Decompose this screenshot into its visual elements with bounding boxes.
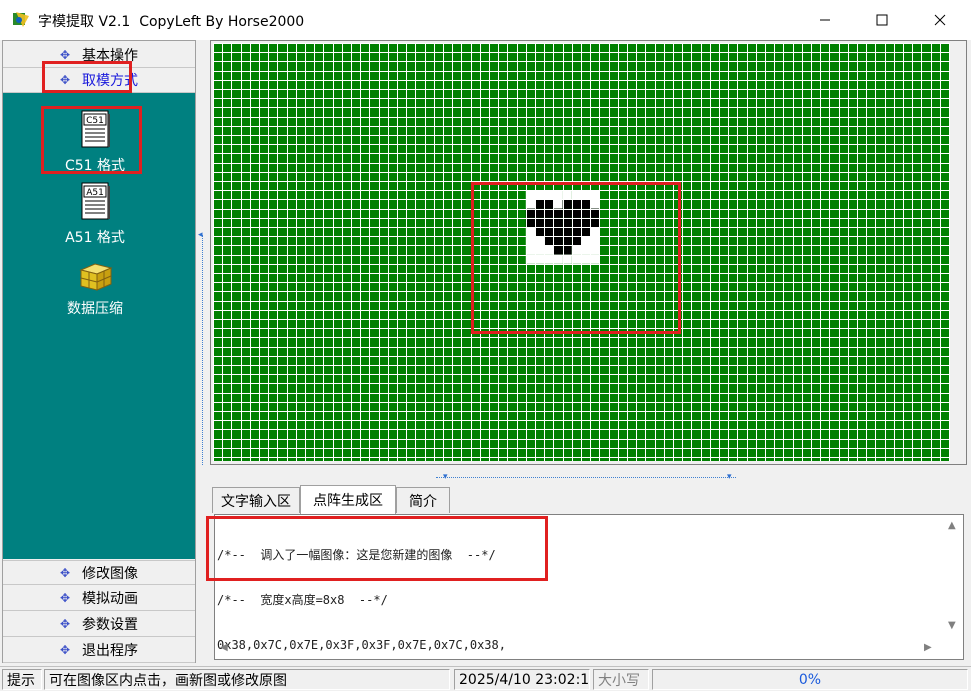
progress-bar: 0% (652, 669, 968, 690)
tab-bar: 文字输入区 点阵生成区 简介 (210, 485, 967, 514)
a51-document-icon: A51 (81, 182, 110, 220)
scroll-up-icon[interactable]: ▲ (948, 520, 956, 531)
tab-label: 简介 (409, 493, 437, 510)
category-parameter-settings[interactable]: ✥ 参数设置 (3, 612, 195, 637)
status-label: 提示 (2, 669, 42, 690)
tab-intro[interactable]: 简介 (396, 487, 450, 513)
scroll-right-icon[interactable]: ▶ (924, 642, 932, 653)
diamond-icon: ✥ (59, 565, 71, 580)
splitter-down-arrow-icon[interactable]: ▾ (443, 472, 448, 482)
category-label: 修改图像 (82, 565, 139, 582)
scroll-left-icon[interactable]: ◀ (220, 642, 228, 653)
splitter-line (202, 235, 203, 465)
category-label: 模拟动画 (82, 591, 139, 607)
tab-dot-matrix[interactable]: 点阵生成区 (300, 485, 396, 514)
a51-badge: A51 (86, 188, 104, 198)
diamond-icon: ✥ (59, 643, 71, 657)
tab-label: 点阵生成区 (313, 493, 383, 509)
highlight-modulo-mode (42, 61, 132, 93)
splitter-line (436, 477, 736, 478)
minimize-button[interactable] (796, 0, 854, 40)
maximize-icon (876, 14, 888, 26)
maximize-button[interactable] (853, 0, 911, 40)
tool-label: 数据压缩 (67, 301, 123, 317)
highlight-bitmap (471, 182, 681, 334)
category-label: 参数设置 (82, 617, 139, 633)
splitter-down-arrow-icon[interactable]: ▾ (727, 472, 732, 482)
status-message: 可在图像区内点击，画新图或修改原图 (44, 669, 450, 690)
status-caps: 大小写 (593, 669, 649, 690)
splitter-left-arrow-icon[interactable]: ◂ (198, 230, 203, 240)
category-simulate-animation[interactable]: ✥ 模拟动画 (3, 586, 195, 611)
output-line: /*-- 宽度x高度=8x8 --*/ (217, 593, 388, 607)
diamond-icon: ✥ (59, 617, 71, 631)
category-label: 退出程序 (82, 643, 139, 659)
category-exit-program[interactable]: ✥ 退出程序 (3, 638, 195, 663)
minimize-icon (820, 19, 830, 21)
scroll-down-icon[interactable]: ▼ (948, 620, 956, 631)
tool-data-compress[interactable]: 数据压缩 (45, 258, 145, 318)
progress-text: 0% (798, 671, 822, 688)
horizontal-splitter[interactable]: ▾ ▾ (210, 472, 967, 484)
vertical-scrollbar[interactable]: ▲ ▼ (944, 516, 962, 641)
category-edit-image[interactable]: ✥ 修改图像 (3, 560, 195, 585)
close-button[interactable] (911, 0, 969, 40)
title-bar: 字模提取 V2.1 CopyLeft By Horse2000 (0, 0, 971, 40)
horizontal-scrollbar[interactable]: ◀ ▶ (216, 641, 944, 658)
tool-a51-format[interactable]: A51 A51 格式 (45, 181, 145, 247)
status-datetime: 2025/4/10 23:02:13 (454, 669, 590, 690)
status-bar: 提示 可在图像区内点击，画新图或修改原图 2025/4/10 23:02:13 … (0, 666, 971, 691)
highlight-c51-format (41, 106, 142, 174)
highlight-output (206, 516, 548, 581)
diamond-icon: ✥ (59, 591, 71, 605)
tab-label: 文字输入区 (221, 493, 291, 510)
window-title: 字模提取 V2.1 CopyLeft By Horse2000 (38, 14, 305, 30)
diamond-icon: ✥ (59, 48, 71, 62)
data-compress-icon (79, 263, 113, 291)
close-icon (934, 14, 946, 26)
tool-label: A51 格式 (65, 230, 125, 246)
tab-text-input[interactable]: 文字输入区 (212, 487, 300, 513)
app-icon (12, 10, 30, 28)
